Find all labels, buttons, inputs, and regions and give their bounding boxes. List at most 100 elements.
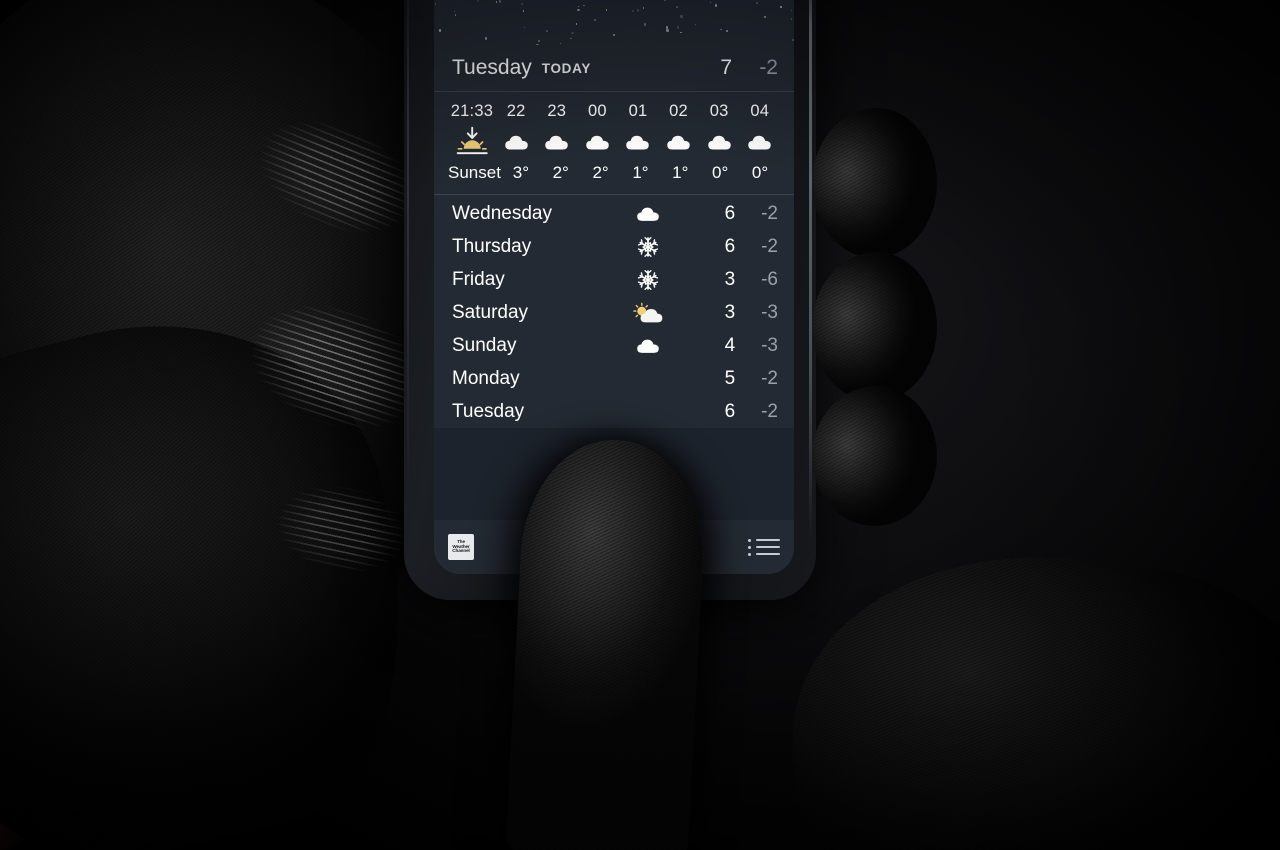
today-badge: TODAY xyxy=(541,60,592,76)
star xyxy=(537,40,540,43)
hourly-temperature: 1° xyxy=(621,160,661,186)
sun-behind-cloud-icon xyxy=(592,299,704,327)
star xyxy=(576,23,578,25)
star xyxy=(763,16,766,19)
hourly-time: 23 xyxy=(536,98,577,124)
list-view-icon[interactable] xyxy=(748,538,780,556)
today-summary-row[interactable]: Tuesday TODAY 7 -2 xyxy=(434,45,794,91)
hourly-time: 04 xyxy=(739,98,780,124)
phone-edge-left-highlight xyxy=(407,0,409,556)
phone-edge-right-highlight xyxy=(809,0,812,558)
snowflake-icon xyxy=(592,233,704,261)
hourly-time-label: 04 xyxy=(750,102,770,120)
cloud-icon xyxy=(658,124,699,160)
list-line xyxy=(756,546,780,548)
star xyxy=(726,30,729,33)
list-bullet xyxy=(748,545,751,549)
star xyxy=(605,9,608,12)
today-day-label: Tuesday xyxy=(452,56,532,79)
star xyxy=(570,37,572,39)
cloud-icon xyxy=(618,124,659,160)
daily-low-temp: -2 xyxy=(761,400,778,422)
star xyxy=(780,6,782,8)
daily-forecast-row[interactable]: Thursday 6 -2 xyxy=(452,230,778,263)
hourly-temperature: 0° xyxy=(740,160,780,186)
daily-day-label: Tuesday xyxy=(452,400,525,422)
knit-texture xyxy=(812,252,937,402)
cloud-icon xyxy=(699,124,740,160)
star xyxy=(790,18,793,20)
daily-high-temp: 3 xyxy=(724,268,736,290)
cloud-icon xyxy=(739,124,780,160)
hourly-time-label: 01 xyxy=(628,102,648,120)
daily-forecast-row[interactable]: Sunday 4 -3 xyxy=(452,329,778,362)
gloved-finger-2 xyxy=(812,252,937,402)
list-row xyxy=(748,545,780,549)
star xyxy=(438,29,442,32)
star xyxy=(680,15,684,18)
gloved-finger-3 xyxy=(812,386,937,526)
hourly-time: 03 xyxy=(699,98,740,124)
daily-forecast-row[interactable]: Monday 5 -2 xyxy=(452,362,778,395)
today-low-temp: -2 xyxy=(759,56,778,79)
daily-forecast-row[interactable]: Saturday 3 -3 xyxy=(452,296,778,329)
sky-header: 2 xyxy=(434,0,794,45)
star xyxy=(522,10,525,12)
star xyxy=(714,4,718,7)
daily-forecast[interactable]: Wednesday 6 -2 Thursday 6 -2 Friday 3 -6… xyxy=(434,195,794,428)
hourly-time-label: 22 xyxy=(506,102,526,120)
obscured-icon xyxy=(592,398,704,426)
daily-high-temp: 6 xyxy=(724,202,736,224)
daily-day-label: Sunday xyxy=(452,334,517,356)
star xyxy=(593,19,596,22)
daily-forecast-row[interactable]: Tuesday 6 -2 xyxy=(452,395,778,428)
star xyxy=(577,5,580,8)
cloud-icon xyxy=(592,332,704,360)
star xyxy=(790,10,792,12)
cloud-icon xyxy=(496,124,537,160)
knit-texture xyxy=(505,435,709,850)
star xyxy=(571,32,574,35)
star xyxy=(677,26,680,29)
list-line xyxy=(756,553,780,555)
daily-day-label: Wednesday xyxy=(452,202,552,224)
weather-channel-logo-icon[interactable]: The Weather Channel xyxy=(448,534,474,560)
hourly-time: 21:33 xyxy=(448,98,496,124)
daily-forecast-row[interactable]: Friday 3 -6 xyxy=(452,263,778,296)
star xyxy=(664,0,666,1)
daily-day-label: Thursday xyxy=(452,235,532,257)
hourly-temperature-label: 1° xyxy=(672,163,689,182)
star xyxy=(643,23,647,26)
star xyxy=(536,44,539,45)
list-row xyxy=(748,538,780,542)
star xyxy=(676,5,679,8)
cloud-icon xyxy=(536,124,577,160)
cloud-icon xyxy=(592,200,704,228)
star xyxy=(484,37,487,40)
star xyxy=(636,9,640,12)
hourly-temp-row: Sunset 3° 2° 2° 1° 1° 0° 0° xyxy=(448,160,780,186)
hourly-time-label: 21:33 xyxy=(450,102,494,120)
hourly-temperature: 2° xyxy=(541,160,581,186)
today-high-temp: 7 xyxy=(720,56,732,79)
hourly-temperature: 0° xyxy=(700,160,740,186)
hourly-forecast[interactable]: 21:33 22 23 00 01 02 03 04 Sunset 3° 2° 2° 1° 1° 0° 0° xyxy=(434,92,794,194)
star xyxy=(613,34,616,37)
daily-high-temp: 3 xyxy=(724,301,736,323)
hourly-temperature-label: Sunset xyxy=(448,163,501,182)
hourly-time: 01 xyxy=(618,98,659,124)
star xyxy=(666,26,669,29)
daily-low-temp: -2 xyxy=(761,235,778,257)
hourly-temperature: 2° xyxy=(581,160,621,186)
hourly-time: 02 xyxy=(658,98,699,124)
hourly-temperature-label: 3° xyxy=(512,163,529,182)
knit-texture xyxy=(812,386,937,526)
snowflake-icon xyxy=(592,266,704,294)
daily-low-temp: -3 xyxy=(761,301,778,323)
hourly-time-label: 23 xyxy=(547,102,567,120)
star xyxy=(454,14,457,16)
daily-day-label: Saturday xyxy=(452,301,529,323)
hourly-temperature-label: 2° xyxy=(592,163,609,182)
daily-forecast-row[interactable]: Wednesday 6 -2 xyxy=(452,197,778,230)
gloved-finger-1 xyxy=(812,108,937,258)
